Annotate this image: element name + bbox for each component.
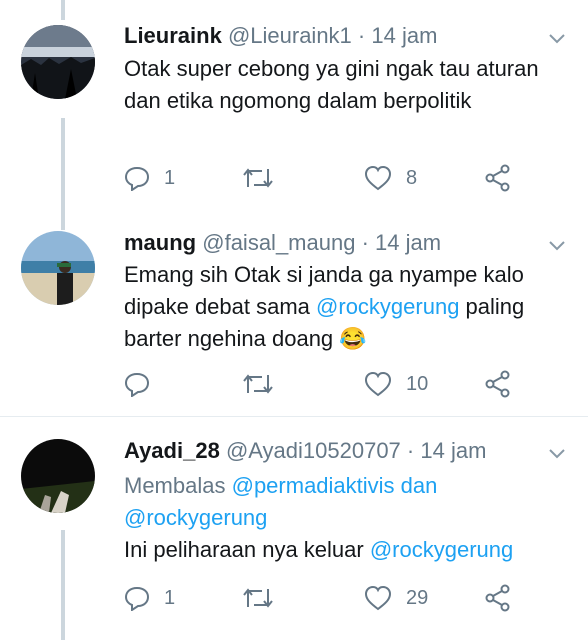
like-button[interactable]: 29 (364, 583, 428, 613)
retweet-button[interactable] (242, 163, 274, 193)
like-icon (364, 371, 392, 397)
like-button[interactable]: 10 (364, 369, 428, 399)
reply-count: 1 (164, 166, 176, 189)
tweet-text: Emang sih Otak si janda ga nyampe kalo d… (124, 259, 566, 355)
reply-button[interactable]: 1 (124, 163, 175, 193)
timestamp[interactable]: 14 jam (420, 438, 486, 463)
retweet-icon (243, 588, 273, 608)
share-icon (485, 584, 510, 612)
reply-icon (124, 372, 150, 397)
like-count: 29 (406, 586, 429, 609)
mention-link[interactable]: @rockygerung (316, 294, 459, 319)
share-icon (485, 164, 510, 192)
tweet-actions: 1 8 (124, 163, 524, 193)
tweet-actions: 1 29 (124, 583, 524, 613)
like-icon (364, 585, 392, 611)
separator: · (357, 23, 366, 48)
laughing-emoji: 😂 (339, 326, 367, 351)
share-button[interactable] (484, 369, 512, 399)
chevron-down-icon[interactable] (548, 445, 566, 463)
share-button[interactable] (484, 583, 512, 613)
retweet-button[interactable] (242, 369, 274, 399)
like-count: 8 (406, 166, 418, 189)
reply-button[interactable]: 1 (124, 583, 175, 613)
display-name[interactable]: Ayadi_28 (124, 438, 220, 463)
retweet-button[interactable] (242, 583, 274, 613)
tweet-header: maung @faisal_maung · 14 jam (124, 230, 441, 256)
mention-link[interactable]: @rockygerung (370, 537, 513, 562)
reply-icon (124, 166, 150, 191)
tweet-3[interactable]: Ayadi_28 @Ayadi10520707 · 14 jam Membala… (0, 417, 588, 640)
reply-icon (124, 586, 150, 611)
user-handle[interactable]: @Lieuraink1 (228, 23, 352, 48)
text-segment: Ini peliharaan nya keluar (124, 537, 370, 562)
tweet-text: Otak super cebong ya gini ngak tau atura… (124, 56, 539, 113)
tweet-header: Ayadi_28 @Ayadi10520707 · 14 jam (124, 438, 486, 464)
user-handle[interactable]: @Ayadi10520707 (226, 438, 401, 463)
display-name[interactable]: maung (124, 230, 196, 255)
timestamp[interactable]: 14 jam (375, 230, 441, 255)
reply-and[interactable]: dan (401, 473, 438, 498)
tweet-text: Ini peliharaan nya keluar @rockygerung (124, 534, 566, 566)
tweet-2[interactable]: maung @faisal_maung · 14 jam Emang sih O… (0, 210, 588, 416)
avatar[interactable] (21, 231, 95, 305)
reply-button[interactable] (124, 369, 150, 399)
mention-link[interactable]: @permadiaktivis (232, 473, 395, 498)
separator: · (406, 438, 415, 463)
like-button[interactable]: 8 (364, 163, 417, 193)
user-handle[interactable]: @faisal_maung (202, 230, 355, 255)
reply-count: 1 (164, 586, 176, 609)
timestamp[interactable]: 14 jam (371, 23, 437, 48)
separator: · (361, 230, 369, 255)
like-count: 10 (406, 372, 429, 395)
display-name[interactable]: Lieuraink (124, 23, 222, 48)
tweet-header: Lieuraink @Lieuraink1 · 14 jam (124, 23, 437, 49)
retweet-icon (243, 168, 273, 188)
reply-context: Membalas @permadiaktivis dan @rockygerun… (124, 470, 566, 534)
tweet-actions: 10 (124, 369, 524, 399)
like-icon (364, 165, 392, 191)
reply-prefix: Membalas (124, 473, 226, 498)
mention-link[interactable]: @rockygerung (124, 505, 267, 530)
share-button[interactable] (484, 163, 512, 193)
tweet-1[interactable]: Lieuraink @Lieuraink1 · 14 jam Otak supe… (0, 0, 588, 210)
retweet-icon (243, 374, 273, 394)
chevron-down-icon[interactable] (548, 30, 566, 48)
share-icon (485, 370, 510, 398)
chevron-down-icon[interactable] (548, 237, 566, 255)
avatar[interactable] (21, 439, 95, 513)
avatar[interactable] (21, 25, 95, 99)
